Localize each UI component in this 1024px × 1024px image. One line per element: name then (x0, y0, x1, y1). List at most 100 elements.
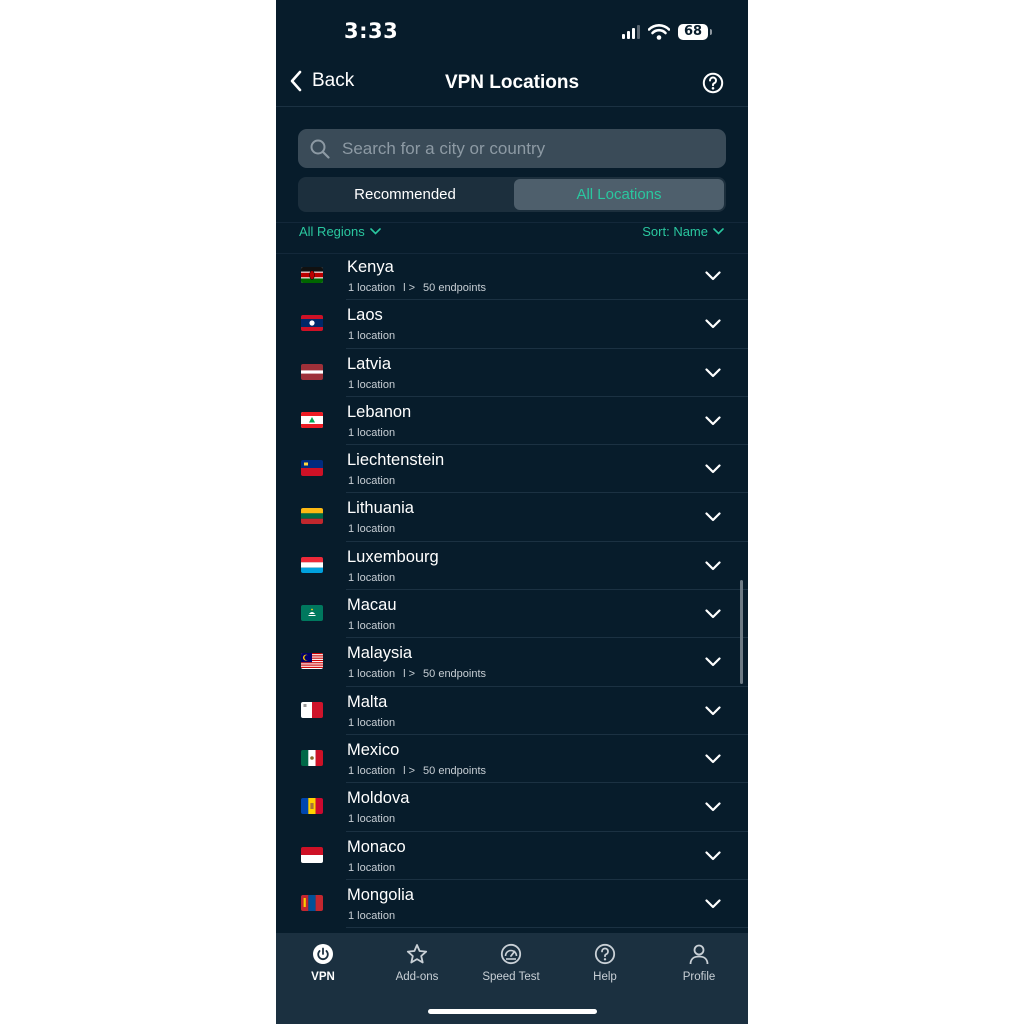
country-row[interactable]: Mongolia 1 location (276, 880, 748, 929)
tab-help[interactable]: Help (558, 941, 652, 983)
luxembourg-flag (301, 556, 323, 573)
latvia-flag (301, 363, 323, 380)
chevron-down-icon[interactable] (705, 654, 721, 672)
chevron-down-icon[interactable] (705, 413, 721, 431)
location-count: 1 location (348, 716, 396, 729)
tab-label: Add-ons (395, 971, 439, 983)
endpoint-separator-icon: l > (403, 764, 416, 777)
page-title: VPN Locations (444, 72, 580, 93)
tab-label: VPN (311, 971, 335, 983)
help-icon (594, 943, 616, 965)
country-name: Kenya (347, 258, 394, 276)
location-count: 1 location (348, 282, 396, 294)
sort-dropdown[interactable]: Sort: Name (642, 224, 724, 239)
location-count: 1 location (348, 523, 396, 536)
country-name: Mongolia (347, 885, 414, 904)
chevron-down-icon[interactable] (705, 316, 721, 334)
chevron-down-icon[interactable] (705, 509, 721, 527)
country-details: 1 location l > 50 endpoints (348, 668, 486, 680)
status-icons: 68 (622, 22, 712, 42)
tab-label: Help (593, 971, 617, 983)
country-name: Malaysia (347, 644, 413, 663)
country-row[interactable]: Monaco 1 location (276, 832, 748, 880)
country-row[interactable]: Lithuania 1 location (276, 493, 748, 542)
chevron-down-icon[interactable] (705, 896, 721, 914)
help-icon[interactable] (702, 72, 724, 94)
country-details: 1 location (348, 572, 395, 584)
tab-all-locations[interactable]: All Locations (514, 179, 724, 210)
row-divider (346, 927, 748, 929)
filter-row: All Regions Sort: Name (276, 222, 748, 254)
chevron-down-icon[interactable] (705, 461, 721, 479)
cellular-signal-icon (622, 25, 640, 39)
tab-profile[interactable]: Profile (652, 941, 746, 983)
status-time: 3:33 (344, 19, 399, 43)
country-row[interactable]: Macau 1 location (276, 590, 748, 639)
country-row[interactable]: Malta 1 location (276, 687, 748, 735)
mongolia-flag (301, 894, 323, 911)
country-details: 1 location (348, 427, 395, 439)
location-count: 1 location (348, 571, 396, 584)
chevron-down-icon[interactable] (705, 848, 721, 866)
app-screen: 3:33 68 Back VPN Locations Search for a … (276, 0, 748, 1024)
moldova-flag (301, 798, 323, 815)
endpoint-separator-icon: l > (403, 668, 416, 681)
monaco-flag (301, 846, 323, 863)
liechtenstein-flag (301, 460, 323, 477)
chevron-down-icon (369, 228, 381, 235)
country-name: Liechtenstein (347, 451, 445, 470)
battery-icon: 68 (678, 24, 712, 40)
country-details: 1 location (348, 523, 395, 535)
country-row[interactable]: Latvia 1 location (276, 349, 748, 397)
malaysia-flag (301, 653, 323, 670)
country-row[interactable]: Moldova 1 location (276, 783, 748, 832)
sort-label: Sort: Name (642, 224, 708, 239)
country-list: Kenya 1 location l > 50 endpoints Laos 1 loca… (276, 252, 748, 929)
chevron-down-icon[interactable] (705, 751, 721, 769)
tab-add-ons[interactable]: Add-ons (370, 941, 464, 983)
country-row[interactable]: Laos 1 location (276, 300, 748, 349)
wifi-icon (648, 24, 670, 40)
chevron-down-icon[interactable] (705, 606, 721, 624)
country-name: Luxembourg (347, 547, 439, 566)
tab-speed-test[interactable]: Speed Test (464, 941, 558, 983)
lithuania-flag (301, 508, 323, 525)
chevron-down-icon[interactable] (705, 365, 721, 383)
country-row[interactable]: Lebanon 1 location (276, 397, 748, 446)
endpoint-count: 50 endpoints (423, 668, 487, 681)
region-filter-dropdown[interactable]: All Regions (299, 224, 381, 239)
location-count: 1 location (348, 764, 396, 777)
country-name: Macau (347, 596, 397, 615)
country-name: Malta (347, 692, 388, 711)
location-count: 1 location (348, 330, 396, 343)
chevron-down-icon[interactable] (705, 703, 721, 721)
tab-label: Profile (682, 971, 716, 983)
navigation-bar: Back VPN Locations (276, 60, 748, 107)
location-count: 1 location (348, 909, 396, 922)
power-icon (313, 944, 333, 964)
region-filter-label: All Regions (299, 224, 365, 239)
search-bar[interactable] (298, 129, 726, 168)
location-count: 1 location (348, 813, 396, 826)
country-details: 1 location (348, 330, 395, 342)
chevron-down-icon[interactable] (705, 558, 721, 576)
country-row[interactable]: Mexico 1 location l > 50 endpoints (276, 735, 748, 784)
mexico-flag (301, 749, 323, 766)
location-segmented-control: Recommended All Locations (298, 177, 726, 212)
malta-flag (301, 701, 323, 718)
chevron-down-icon[interactable] (705, 268, 721, 286)
tab-recommended[interactable]: Recommended (300, 179, 510, 210)
country-row[interactable]: Liechtenstein 1 location (276, 445, 748, 494)
country-details: 1 location (348, 717, 395, 729)
endpoint-count: 50 endpoints (423, 764, 487, 777)
country-row[interactable]: Kenya 1 location l > 50 endpoints (276, 252, 748, 301)
chevron-down-icon[interactable] (705, 799, 721, 817)
tab-vpn[interactable]: VPN (276, 941, 370, 983)
country-details: 1 location (348, 910, 395, 922)
country-details: 1 location (348, 475, 395, 487)
search-input[interactable] (340, 137, 704, 160)
country-row[interactable]: Malaysia 1 location l > 50 endpoints (276, 638, 748, 687)
scrollbar[interactable] (740, 580, 743, 684)
endpoint-count: 50 endpoints (423, 282, 487, 294)
country-row[interactable]: Luxembourg 1 location (276, 542, 748, 591)
